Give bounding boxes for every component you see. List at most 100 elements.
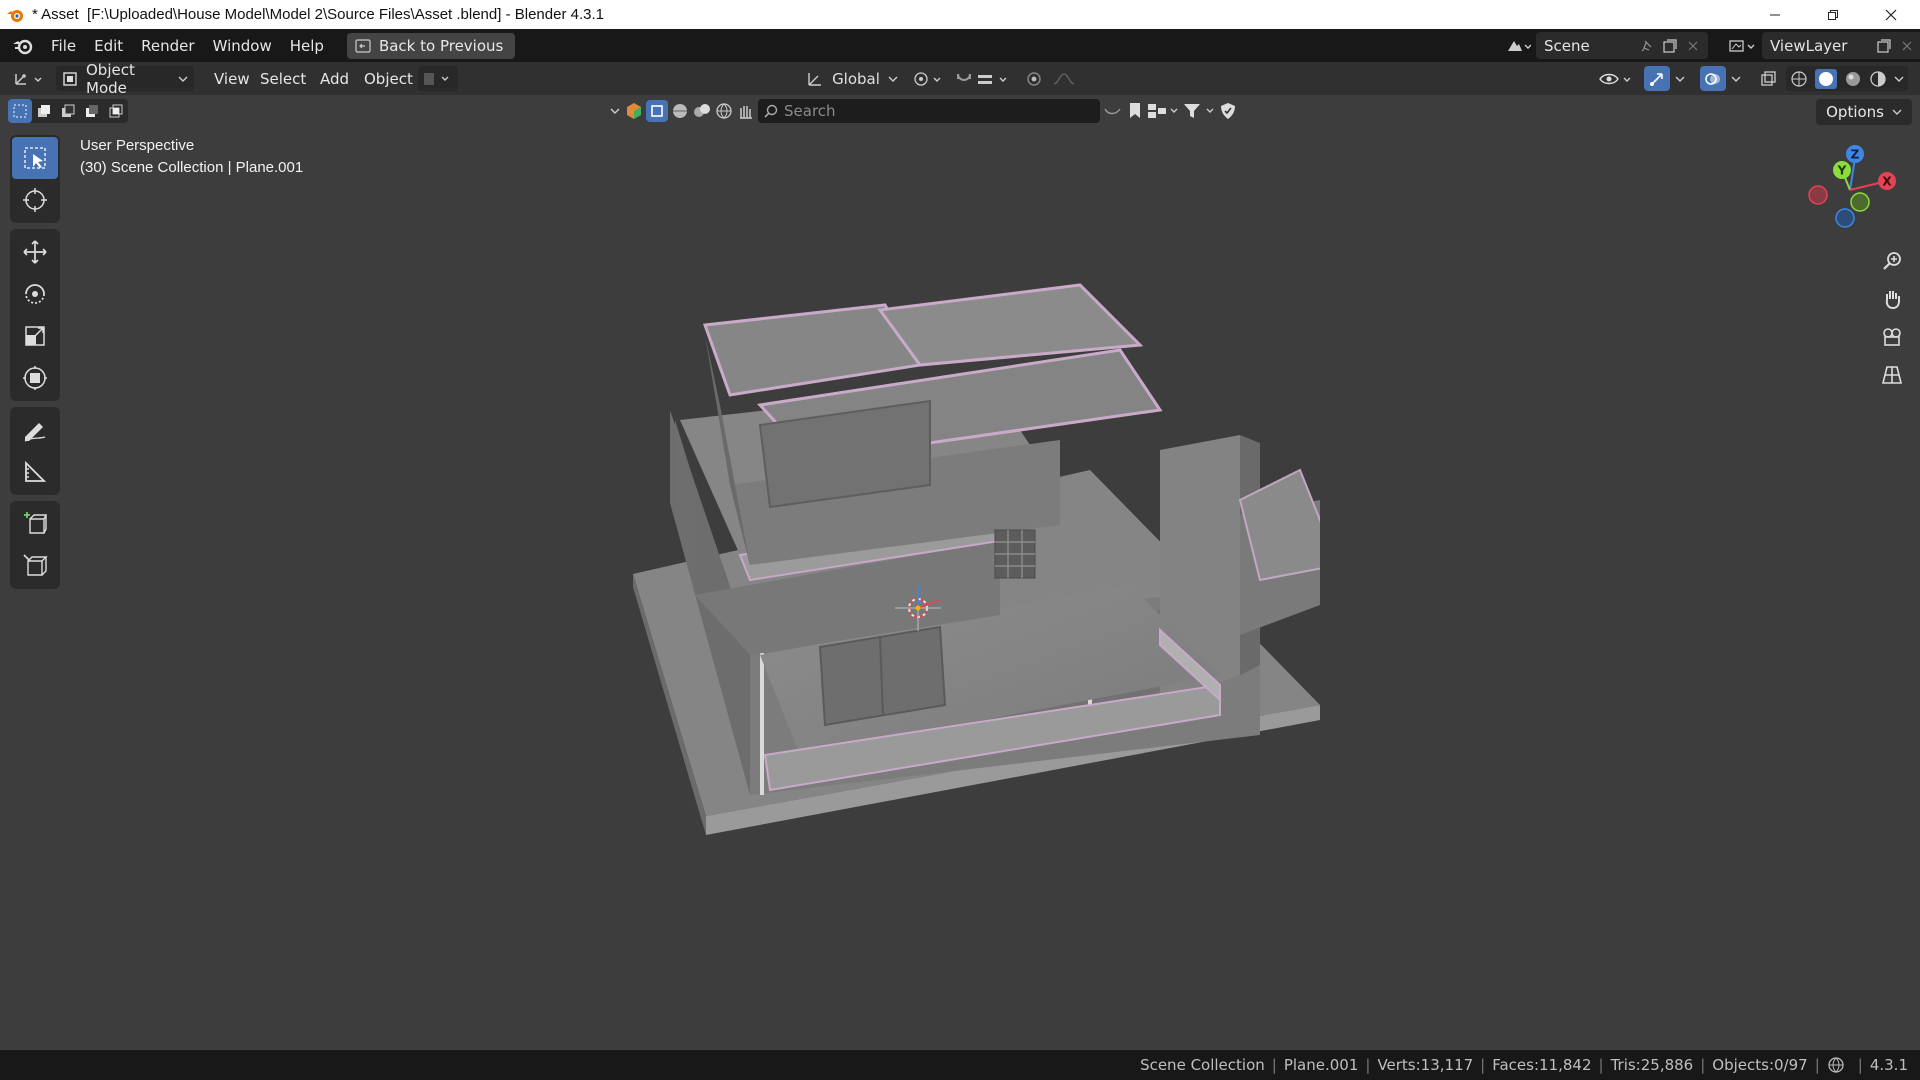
perspective-toggle-button[interactable] <box>1876 359 1908 391</box>
filter-funnel-icon[interactable] <box>1182 101 1216 121</box>
viewport-header: Object Mode View Select Add Object Globa… <box>0 61 1920 97</box>
xray-toggle[interactable] <box>1756 66 1780 91</box>
3d-cursor-icon <box>23 188 47 212</box>
bookmark-icon[interactable] <box>1126 101 1144 121</box>
viewport-menu-view[interactable]: View <box>206 66 258 91</box>
transform-tool[interactable] <box>12 357 58 399</box>
cursor-tool[interactable] <box>12 179 58 221</box>
overlay-options-dropdown[interactable] <box>1728 66 1744 91</box>
scene-icon <box>1508 40 1531 51</box>
measure-tool[interactable] <box>12 451 58 493</box>
select-invert-button[interactable] <box>80 99 104 123</box>
window-title: * Asset [F:\Uploaded\House Model\Model 2… <box>32 6 604 23</box>
ruler-icon <box>25 460 47 482</box>
viewlayer-selector-group: ViewLayer <box>1722 32 1920 59</box>
select-subtract-button[interactable] <box>56 99 80 123</box>
select-subtract-icon <box>62 104 75 117</box>
hand-icon <box>1885 291 1900 310</box>
chevron-down-icon[interactable] <box>608 104 622 118</box>
mode-label: Object Mode <box>86 60 135 97</box>
rendered-shading-icon[interactable] <box>1869 70 1887 88</box>
solid-shading-icon[interactable] <box>1814 68 1837 89</box>
visibility-filter-dropdown[interactable] <box>1596 66 1636 91</box>
select-extend-button[interactable] <box>32 99 56 123</box>
viewport-search-field[interactable]: Search <box>758 99 1100 123</box>
move-tool[interactable] <box>12 231 58 273</box>
display-mode-icon[interactable] <box>1146 101 1180 121</box>
menu-file[interactable]: File <box>42 32 85 60</box>
house-model[interactable] <box>600 235 1320 835</box>
mesh-filter-button[interactable] <box>646 100 668 122</box>
menu-help[interactable]: Help <box>281 32 333 60</box>
select-box-new-button[interactable] <box>8 99 32 123</box>
status-separator: | <box>1480 1056 1486 1074</box>
menu-render[interactable]: Render <box>132 32 203 60</box>
overlays-icon <box>1705 72 1720 85</box>
object-gizmo-toggle[interactable] <box>418 66 458 91</box>
select-intersect-button[interactable] <box>104 99 128 123</box>
blender-menu-icon[interactable] <box>10 35 36 57</box>
tool-group-transform <box>10 229 60 401</box>
chevron-down-icon[interactable] <box>1894 75 1904 83</box>
select-box-tool[interactable] <box>12 137 58 179</box>
editor-type-icon <box>15 73 42 85</box>
shading-mode-group <box>1786 66 1908 91</box>
transform-orientation-dropdown[interactable]: Global <box>806 66 898 91</box>
add-cube-tool[interactable] <box>12 503 58 545</box>
object-type-color-icon[interactable] <box>624 101 644 121</box>
transform-affect-icon <box>424 72 449 85</box>
sphere-filter-icon[interactable] <box>670 101 690 121</box>
neg-z-axis-handle[interactable] <box>1835 208 1855 228</box>
scale-icon <box>25 326 45 346</box>
camera-view-button[interactable] <box>1876 321 1908 353</box>
gizmo-options-dropdown[interactable] <box>1672 66 1688 91</box>
chevron-down-icon <box>888 76 898 82</box>
material-preview-icon[interactable] <box>1844 70 1862 88</box>
chevron-down-icon <box>178 76 188 82</box>
world-filter-icon[interactable] <box>714 101 734 121</box>
delete-viewlayer-icon <box>1902 41 1912 50</box>
scene-name: Scene <box>1544 36 1590 55</box>
material-filter-icon[interactable] <box>692 101 712 121</box>
viewport-menu-add[interactable]: Add <box>312 66 357 91</box>
show-overlays-toggle[interactable] <box>1700 66 1726 91</box>
neg-x-axis-handle[interactable] <box>1808 185 1828 205</box>
zoom-button[interactable] <box>1876 245 1908 277</box>
navigation-gizmo[interactable]: Z Y X <box>1800 140 1900 240</box>
shield-icon[interactable] <box>1218 101 1238 121</box>
show-gizmo-toggle[interactable] <box>1644 66 1670 91</box>
scale-tool[interactable] <box>12 315 58 357</box>
wireframe-shading-icon[interactable] <box>1790 70 1808 88</box>
interaction-mode-dropdown[interactable]: Object Mode <box>56 61 194 97</box>
pan-button[interactable] <box>1876 283 1908 315</box>
restore-button[interactable] <box>1804 0 1862 29</box>
curve-filter-icon[interactable] <box>1102 101 1124 121</box>
proportional-editing-toggle[interactable] <box>1022 66 1086 91</box>
edit-tool[interactable] <box>12 545 58 587</box>
scene-name-field[interactable]: Scene <box>1536 32 1708 59</box>
3d-viewport[interactable]: Search Options User Perspective (30) Sce… <box>0 95 1920 1050</box>
hand-filter-icon[interactable] <box>736 101 756 121</box>
snapping-toggle[interactable] <box>952 66 1014 91</box>
editor-type-button[interactable] <box>10 66 50 91</box>
viewport-menu-select[interactable]: Select <box>252 66 314 91</box>
viewlayer-name-field[interactable]: ViewLayer <box>1762 32 1920 59</box>
network-globe-icon[interactable] <box>1827 1056 1845 1074</box>
rotate-tool[interactable] <box>12 273 58 315</box>
annotate-tool[interactable] <box>12 409 58 451</box>
status-tris: Tris:25,886 <box>1610 1056 1694 1074</box>
status-collection: Scene Collection <box>1140 1056 1265 1074</box>
menu-edit[interactable]: Edit <box>85 32 132 60</box>
back-to-previous-button[interactable]: Back to Previous <box>346 32 516 59</box>
viewport-menu-object[interactable]: Object <box>356 66 421 91</box>
minimize-button[interactable] <box>1746 0 1804 29</box>
scene-browse-button[interactable] <box>1500 33 1536 58</box>
select-extend-icon <box>38 105 50 117</box>
viewport-options-button[interactable]: Options <box>1816 99 1912 125</box>
zoom-icon <box>1883 252 1901 270</box>
close-button[interactable] <box>1862 0 1920 29</box>
pivot-point-dropdown[interactable] <box>910 66 948 91</box>
menu-window[interactable]: Window <box>204 32 281 60</box>
viewlayer-browse-button[interactable] <box>1722 33 1762 58</box>
neg-y-axis-handle[interactable] <box>1850 192 1870 212</box>
